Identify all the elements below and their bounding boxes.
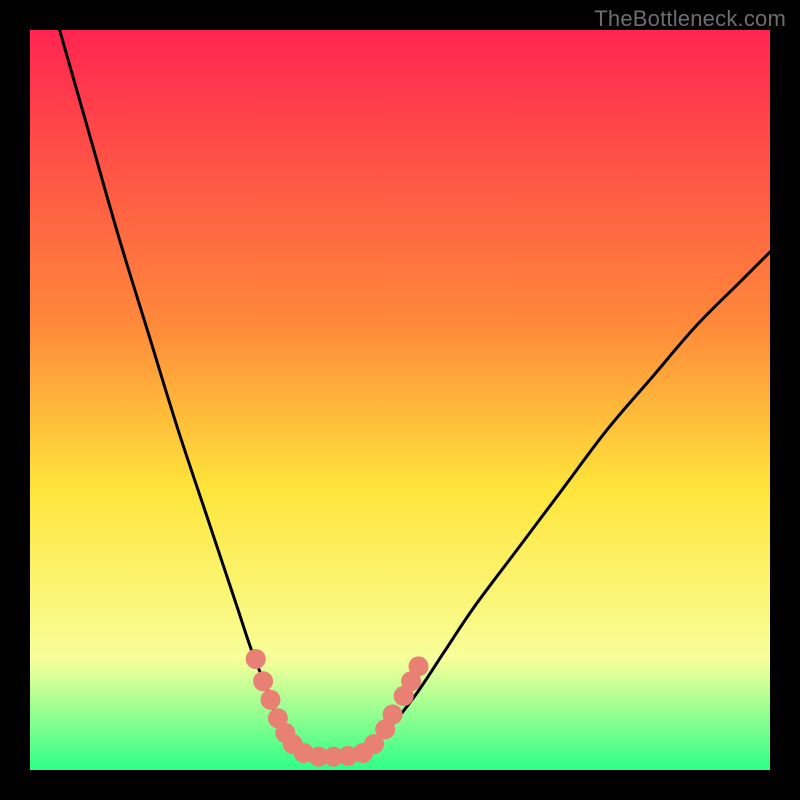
valley-marker <box>246 649 266 669</box>
valley-marker <box>253 671 273 691</box>
chart-frame: TheBottleneck.com <box>0 0 800 800</box>
bottleneck-chart <box>30 30 770 770</box>
gradient-background <box>30 30 770 770</box>
valley-marker <box>383 705 403 725</box>
valley-marker <box>261 690 281 710</box>
watermark-text: TheBottleneck.com <box>594 6 786 32</box>
valley-marker <box>409 656 429 676</box>
